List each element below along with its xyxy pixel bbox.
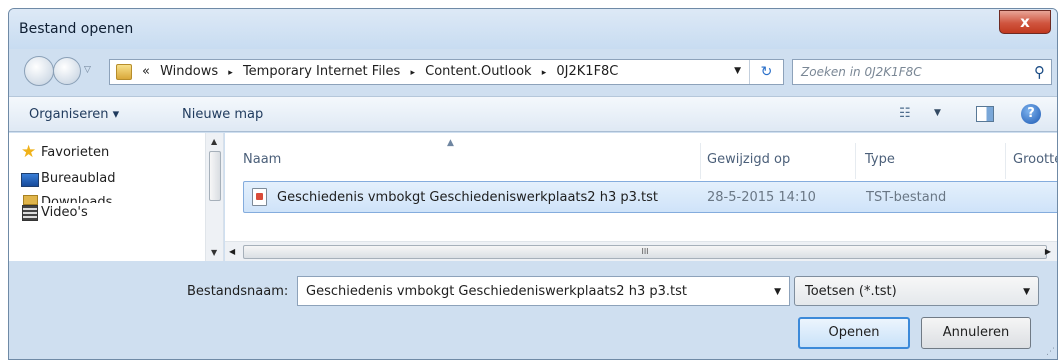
preview-pane-icon[interactable] — [976, 106, 994, 122]
file-type-value: Toetsen (*.tst) — [805, 284, 897, 299]
file-modified: 28-5-2015 14:10 — [707, 190, 816, 205]
chevron-right-icon[interactable]: ▸ — [542, 68, 547, 78]
search-icon[interactable]: ⚲ — [1034, 63, 1045, 81]
nav-favorites[interactable]: Favorieten — [41, 145, 109, 160]
chevron-right-icon[interactable]: ▸ — [410, 68, 415, 78]
column-header-type[interactable]: Type — [865, 152, 895, 167]
breadcrumb-overflow[interactable]: « — [142, 64, 150, 79]
filename-dropdown-icon[interactable]: ▼ — [774, 287, 781, 297]
title-bar: Bestand openen x — [9, 9, 1057, 49]
breadcrumb: « Windows ▸ Temporary Internet Files ▸ C… — [142, 64, 624, 79]
search-box[interactable]: Zoeken in 0J2K1F8C ⚲ — [792, 59, 1052, 85]
filename-label: Bestandsnaam: — [187, 284, 289, 299]
column-divider[interactable] — [1005, 143, 1006, 179]
dialog-title: Bestand openen — [19, 21, 134, 37]
back-arrow-icon[interactable] — [24, 56, 54, 86]
command-toolbar: Organiseren ▾ Nieuwe map ☷ ▼ ? — [9, 96, 1057, 132]
resize-grip-icon[interactable]: ⋰ — [1046, 347, 1055, 357]
star-icon: ★ — [21, 142, 37, 162]
search-input[interactable]: Zoeken in 0J2K1F8C — [801, 65, 922, 79]
nav-item-desktop[interactable]: Bureaublad — [41, 171, 116, 186]
new-folder-button[interactable]: Nieuwe map — [182, 107, 263, 122]
file-type-dropdown-icon[interactable]: ▼ — [1023, 287, 1030, 297]
filename-value[interactable]: Geschiedenis vmbokgt Geschiedeniswerkpla… — [306, 284, 687, 299]
breadcrumb-current-folder[interactable]: 0J2K1F8C — [556, 64, 618, 79]
open-file-dialog: Bestand openen x ▽ « Windows ▸ Temporary… — [8, 8, 1058, 360]
organise-button[interactable]: Organiseren ▾ — [29, 107, 119, 122]
help-icon[interactable]: ? — [1021, 104, 1041, 124]
horizontal-scroll-thumb[interactable]: III — [243, 245, 1047, 259]
close-button[interactable]: x — [999, 10, 1051, 34]
breadcrumb-windows[interactable]: Windows — [160, 64, 218, 79]
file-type-select[interactable]: Toetsen (*.tst) ▼ — [794, 276, 1039, 306]
breadcrumb-temporary-internet-files[interactable]: Temporary Internet Files — [243, 64, 400, 79]
refresh-icon[interactable]: ↻ — [749, 60, 783, 84]
sort-ascending-icon: ▲ — [447, 138, 454, 148]
scroll-up-icon[interactable]: ▲ — [211, 137, 217, 146]
column-header-name[interactable]: Naam — [243, 152, 281, 167]
column-header-size[interactable]: Grootte — [1013, 152, 1057, 167]
scroll-down-icon[interactable]: ▼ — [211, 248, 217, 257]
address-bar[interactable]: « Windows ▸ Temporary Internet Files ▸ C… — [109, 59, 784, 85]
desktop-icon — [21, 173, 39, 187]
horizontal-scrollbar[interactable]: ◀ III ▶ — [225, 241, 1057, 261]
file-name: Geschiedenis vmbokgt Geschiedeniswerkpla… — [277, 190, 658, 205]
nav-item-downloads[interactable]: Downloads — [41, 193, 112, 203]
view-options-icon[interactable]: ☷ — [899, 106, 911, 121]
folder-icon — [116, 64, 132, 80]
nav-scrollbar[interactable]: ▲ ▼ — [205, 133, 223, 261]
navigation-pane: ★ Favorieten Bureaublad Downloads Video'… — [9, 133, 224, 261]
scroll-right-icon[interactable]: ▶ — [1045, 247, 1051, 256]
file-list: ▲ Naam Gewijzigd op Type Grootte Geschie… — [225, 133, 1057, 261]
scroll-left-icon[interactable]: ◀ — [229, 247, 235, 256]
nav-scroll-thumb[interactable] — [209, 151, 221, 201]
column-divider[interactable] — [700, 143, 701, 179]
open-button[interactable]: Openen — [798, 317, 910, 349]
downloads-icon — [23, 195, 38, 205]
tst-file-icon — [252, 188, 267, 206]
recent-pages-dropdown-icon[interactable]: ▽ — [84, 65, 91, 75]
forward-arrow-icon[interactable] — [53, 57, 81, 85]
filename-field[interactable]: Geschiedenis vmbokgt Geschiedeniswerkpla… — [297, 276, 790, 306]
chevron-right-icon[interactable]: ▸ — [228, 68, 233, 78]
breadcrumb-content-outlook[interactable]: Content.Outlook — [425, 64, 531, 79]
column-header-modified[interactable]: Gewijzigd op — [707, 152, 790, 167]
view-dropdown-icon[interactable]: ▼ — [934, 108, 941, 118]
nav-item-videos[interactable]: Video's — [41, 205, 88, 220]
column-divider[interactable] — [855, 143, 856, 179]
videos-icon — [22, 205, 38, 221]
table-row[interactable]: Geschiedenis vmbokgt Geschiedeniswerkpla… — [243, 181, 1057, 213]
address-dropdown-icon[interactable]: ▼ — [734, 66, 741, 76]
file-type: TST-bestand — [866, 190, 947, 205]
cancel-button[interactable]: Annuleren — [921, 317, 1031, 349]
